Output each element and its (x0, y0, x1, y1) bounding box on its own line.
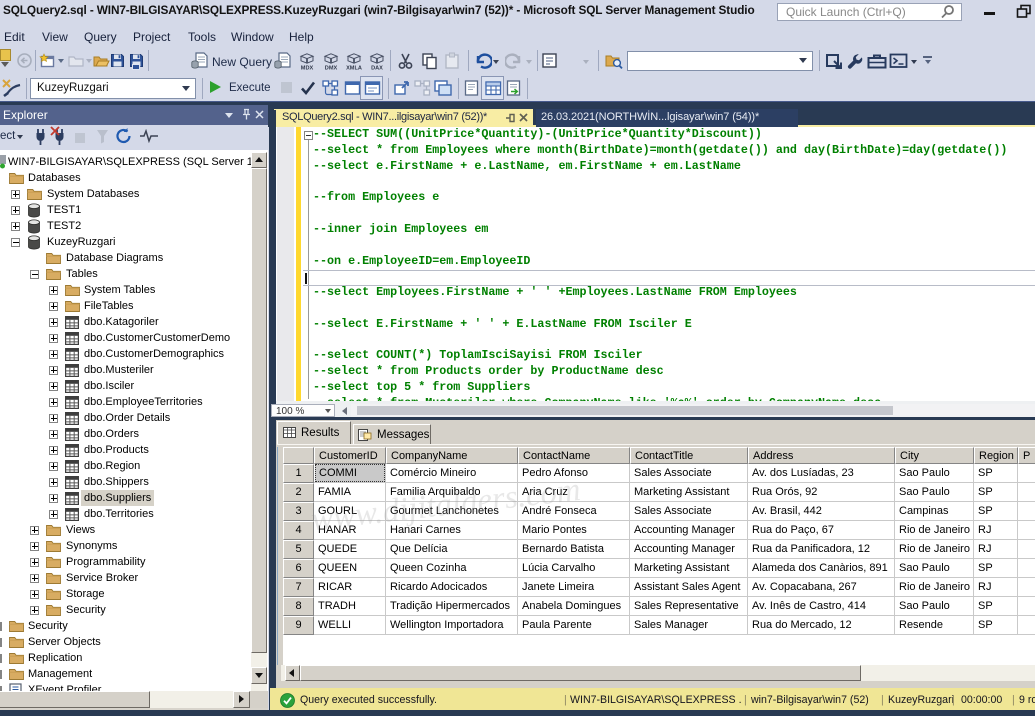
svg-text:XMLA: XMLA (346, 66, 362, 71)
svg-text:MDX: MDX (301, 66, 314, 71)
svg-text:DAX: DAX (371, 66, 383, 71)
svg-text:DMX: DMX (325, 66, 338, 71)
